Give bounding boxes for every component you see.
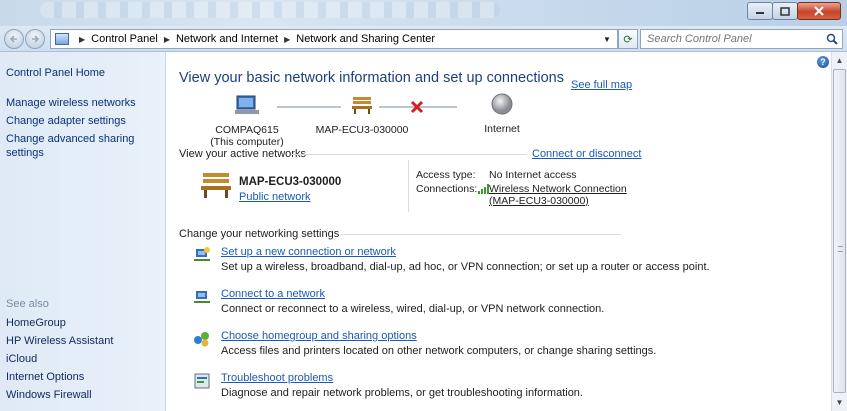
internet-label: Internet [484,123,520,135]
breadcrumb-separator-icon[interactable]: ▶ [79,35,85,44]
breadcrumb-network-and-sharing-center[interactable]: Network and Sharing Center [296,33,435,45]
computer-note: (This computer) [210,136,284,148]
map-node-internet[interactable]: Internet [467,92,537,135]
scrollbar-thumb[interactable] [833,69,846,393]
connect-or-disconnect-link[interactable]: Connect or disconnect [532,148,641,160]
see-full-map-link[interactable]: See full map [571,79,632,91]
wireless-connection-ssid-link[interactable]: (MAP-ECU3-030000) [489,195,589,207]
troubleshoot-icon [194,373,210,389]
troubleshoot-link[interactable]: Troubleshoot problems [221,372,333,384]
homegroup-icon [194,332,209,347]
search-icon[interactable] [826,33,838,45]
see-also-internet-options[interactable]: Internet Options [6,370,113,384]
left-navigation-pane: Control Panel Home Manage wireless netwo… [0,52,166,411]
caption-buttons [747,2,841,20]
connect-to-network-link[interactable]: Connect to a network [221,288,325,300]
access-type-value: No Internet access [489,169,577,181]
close-button[interactable] [797,2,841,20]
setup-connection-description: Set up a wireless, broadband, dial-up, a… [221,261,710,273]
control-panel-home-link[interactable]: Control Panel Home [6,66,165,80]
see-also-homegroup[interactable]: HomeGroup [6,316,113,330]
no-connection-x-icon [410,100,424,114]
active-networks-header: View your active networks [179,148,306,160]
maximize-button[interactable] [772,2,798,20]
vertical-divider [408,160,409,212]
see-also-hp-wireless-assistant[interactable]: HP Wireless Assistant [6,334,113,348]
breadcrumb-control-panel[interactable]: Control Panel [91,33,158,45]
network-name: MAP-ECU3-030000 [315,124,409,136]
connect-network-icon [194,291,210,303]
maximize-icon [780,6,790,16]
computer-name: COMPAQ615 [215,124,279,136]
help-icon[interactable]: ? [817,56,829,68]
search-box[interactable] [640,29,843,49]
change-settings-header: Change your networking settings [179,228,340,240]
forward-button[interactable] [25,29,45,49]
refresh-icon: ⟳ [623,33,633,46]
close-icon [814,6,824,16]
active-network-name: MAP-ECU3-030000 [239,176,342,188]
scrollbar-grip-icon [838,246,843,252]
see-also-header: See also [6,298,49,310]
see-also-icloud[interactable]: iCloud [6,352,113,366]
vertical-scrollbar[interactable]: ▲ ▼ [831,52,847,411]
homegroup-sharing-description: Access files and printers located on oth… [221,345,657,357]
chevron-down-icon: ▼ [603,34,611,44]
see-also-links: HomeGroup HP Wireless Assistant iCloud I… [6,316,113,406]
access-type-label: Access type: [416,169,476,181]
connections-label: Connections: [416,183,478,195]
minimize-icon [756,12,764,14]
sidebar-tasks: Manage wireless networks Change adapter … [4,96,165,160]
setup-connection-link[interactable]: Set up a new connection or network [221,246,396,258]
address-bar[interactable]: ▶ Control Panel ▶ Network and Internet ▶… [50,29,618,49]
search-input[interactable] [647,33,817,45]
refresh-button[interactable]: ⟳ [618,29,638,49]
section-divider [291,154,527,155]
map-node-computer[interactable]: COMPAQ615 (This computer) [207,94,287,148]
troubleshoot-description: Diagnose and repair network problems, or… [221,387,583,399]
breadcrumb: ▶ Control Panel ▶ Network and Internet ▶… [55,33,435,45]
control-panel-icon [55,33,69,45]
homegroup-sharing-link[interactable]: Choose homegroup and sharing options [221,330,417,342]
map-node-network[interactable]: MAP-ECU3-030000 [307,94,417,136]
title-bar-glass [40,2,500,18]
scroll-down-arrow-icon[interactable]: ▼ [832,395,847,410]
sidebar-item-change-advanced-sharing-settings[interactable]: Change advanced sharing settings [6,132,156,160]
wireless-connection-link[interactable]: Wireless Network Connection [489,183,627,195]
back-button[interactable] [4,29,24,49]
public-network-bench-icon [201,173,231,198]
network-type-link[interactable]: Public network [239,191,311,203]
page-title: View your basic network information and … [179,70,565,86]
computer-icon [235,95,259,114]
navigation-bar: ▶ Control Panel ▶ Network and Internet ▶… [0,26,847,52]
back-arrow-icon [9,35,17,43]
breadcrumb-separator-icon[interactable]: ▶ [284,35,290,44]
sidebar-item-manage-wireless-networks[interactable]: Manage wireless networks [6,96,165,110]
title-bar [0,0,847,26]
breadcrumb-network-and-internet[interactable]: Network and Internet [176,33,278,45]
see-also-windows-firewall[interactable]: Windows Firewall [6,388,113,402]
sidebar-item-change-adapter-settings[interactable]: Change adapter settings [6,114,165,128]
new-connection-icon [194,247,210,261]
forward-arrow-icon [32,35,40,43]
public-network-bench-icon [352,97,372,114]
address-history-dropdown[interactable]: ▼ [598,29,616,49]
globe-icon [491,93,513,115]
breadcrumb-separator-icon[interactable]: ▶ [164,35,170,44]
main-content: View your basic network information and … [167,52,831,411]
connect-to-network-description: Connect or reconnect to a wireless, wire… [221,303,605,315]
scroll-up-arrow-icon[interactable]: ▲ [832,53,847,68]
wireless-signal-icon [478,184,489,194]
section-divider [341,234,621,235]
minimize-button[interactable] [747,2,773,20]
